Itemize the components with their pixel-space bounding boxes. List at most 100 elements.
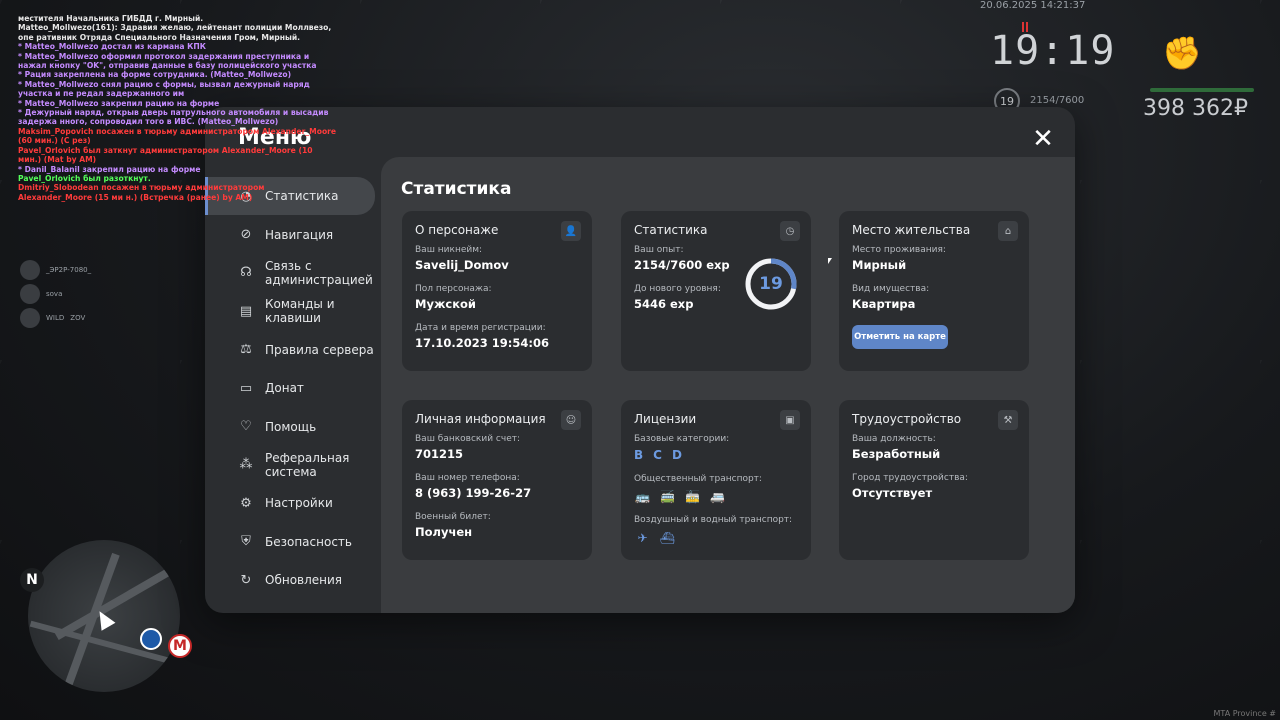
position-label: Ваша должность:: [852, 434, 936, 444]
sidebar-item-label: Донат: [265, 381, 304, 396]
exp-label: Ваш опыт:: [634, 245, 684, 255]
minimap[interactable]: [28, 540, 180, 692]
player-tag: ZOV: [70, 314, 86, 322]
chat-line: * Matteo_Mollwezo закрепил рацию на форм…: [18, 98, 220, 108]
nick-value: Savelij_Domov: [415, 258, 509, 272]
public-transport-label: Общественный транспорт:: [634, 474, 762, 484]
id-card-icon: ▣: [780, 410, 800, 430]
watermark: MTA Province #: [1213, 709, 1276, 718]
sidebar-item-navigation[interactable]: ⊘ Навигация: [205, 215, 381, 253]
close-icon: ✕: [1032, 124, 1054, 154]
chat-line: * Matteo_Mollwezo снял рацию с формы, вы…: [18, 79, 310, 99]
player-name: _ЭР2Р-7080_: [46, 266, 92, 274]
card-title: Статистика: [634, 223, 708, 237]
card-employment: Трудоустройство ⚒ Ваша должность: Безраб…: [839, 400, 1029, 560]
air-water-label: Воздушный и водный транспорт:: [634, 515, 793, 525]
chat-line: * Matteo_Mollwezo достал из кармана КПК: [18, 42, 206, 52]
sidebar-item-label: Команды и клавиши: [265, 297, 335, 326]
city-value: Отсутствует: [852, 486, 933, 500]
player-name: WILD: [46, 314, 65, 322]
card-licenses: Лицензии ▣ Базовые категории: B C D Обще…: [621, 400, 811, 560]
sidebar-item-label: Настройки: [265, 496, 333, 511]
chat-log: местителя Начальника ГИБДД г. Мирный. Ma…: [18, 14, 338, 202]
close-button[interactable]: ✕: [1031, 124, 1055, 154]
mouse-cursor: [828, 258, 832, 264]
public-transport-icons: 🚌 🚎 🚋 🚐: [634, 488, 798, 505]
sidebar-item-label: Связь с администрацией: [265, 258, 373, 287]
reg-label: Дата и время регистрации:: [415, 323, 546, 333]
menu-sidebar: ◔ Статистика ⊘ Навигация ☊ Связь с админ…: [205, 177, 381, 599]
sidebar-item-updates[interactable]: ↻ Обновления: [205, 561, 381, 599]
gear-icon: ⚙: [240, 495, 252, 511]
refresh-icon: ↻: [240, 572, 252, 588]
level-ring: 19: [743, 256, 799, 312]
hud-health-bar: [1150, 88, 1254, 92]
chat-line: * Matteo_Mollwezo оформил протокол задер…: [18, 51, 317, 71]
sidebar-item-security[interactable]: ⛨ Безопасность: [205, 523, 381, 561]
headset-icon: ☊: [240, 265, 252, 281]
hud-clock: 19:19: [990, 28, 1116, 74]
place-label: Место проживания:: [852, 245, 946, 255]
scales-icon: ⚖: [240, 342, 252, 358]
compass-icon: ⊘: [240, 227, 252, 243]
wallet-icon: ▭: [239, 380, 253, 396]
sidebar-item-admin-contact[interactable]: ☊ Связь с администрацией: [205, 254, 381, 292]
bank-value: 701215: [415, 447, 464, 461]
player-entry: WILD ZOV: [20, 306, 91, 330]
sidebar-item-help[interactable]: ♡ Помощь: [205, 407, 381, 445]
chat-line: * Дежурный наряд, открыв дверь патрульно…: [18, 108, 329, 127]
bus-icon: 🚌: [635, 489, 650, 504]
shield-icon: ⛨: [241, 534, 251, 550]
air-water-icons: ✈ ⛴: [634, 529, 798, 546]
hud-exp: 2154/7600: [1030, 95, 1085, 106]
card-personal: Личная информация ☺ Ваш банковский счет:…: [402, 400, 592, 560]
gender-value: Мужской: [415, 297, 476, 311]
trolleybus-icon: 🚎: [660, 489, 675, 504]
avatar: [20, 284, 40, 304]
sidebar-item-label: Навигация: [265, 227, 334, 242]
fist-icon: ✊: [1162, 34, 1202, 72]
sidebar-item-label: Обновления: [265, 573, 343, 588]
sidebar-item-settings[interactable]: ⚙ Настройки: [205, 484, 381, 522]
metro-icon: М: [168, 634, 192, 658]
chat-line: Matteo_Mollwezo(161): Здравия желаю, лей…: [18, 23, 332, 42]
home-icon: ⌂: [998, 221, 1018, 241]
player-name: sova: [46, 290, 63, 298]
heart-hand-icon: ♡: [240, 419, 252, 435]
sidebar-item-label: Безопасность: [265, 534, 352, 549]
card-stats: Статистика ◷ Ваш опыт: 2154/7600 exp До …: [621, 211, 811, 371]
card-title: Личная информация: [415, 412, 546, 426]
sidebar-item-label: Реферальная система: [265, 450, 350, 479]
property-value: Квартира: [852, 297, 916, 311]
chat-line: Dmitriy_Slobodean посажен в тюрьму админ…: [18, 183, 265, 202]
place-value: Мирный: [852, 258, 907, 272]
sidebar-item-referral[interactable]: ⁂ Реферальная система: [205, 446, 381, 484]
card-title: Трудоустройство: [852, 412, 962, 426]
chat-line: Pavel_Orlovich был заткнут администратор…: [18, 145, 313, 165]
phone-value: 8 (963) 199-26-27: [415, 486, 532, 500]
level-number: 19: [759, 274, 783, 294]
chat-line: * Danil_Balanil закрепил рацию на форме: [18, 164, 201, 174]
avatar: [20, 260, 40, 280]
tools-icon: ⚒: [998, 410, 1018, 430]
tram-icon: 🚋: [685, 489, 700, 504]
sidebar-item-commands[interactable]: ▤ Команды и клавиши: [205, 292, 381, 330]
mark-on-map-button[interactable]: Отметить на карте: [852, 325, 948, 349]
military-label: Военный билет:: [415, 512, 491, 522]
bank-label: Ваш банковский счет:: [415, 434, 521, 444]
sidebar-item-rules[interactable]: ⚖ Правила сервера: [205, 331, 381, 369]
card-residence: Место жительства ⌂ Место проживания: Мир…: [839, 211, 1029, 371]
card-title: Лицензии: [634, 412, 697, 426]
page-title: Статистика: [401, 179, 512, 199]
hud-datetime: 20.06.2025 14:21:37: [980, 0, 1086, 11]
license-categories: B C D: [634, 448, 798, 462]
boat-icon: ⛴: [659, 530, 676, 545]
chat-line: Maksim_Popovich посажен в тюрьму админис…: [18, 126, 337, 146]
network-icon: ⁂: [239, 457, 253, 473]
license-category: C: [653, 448, 662, 462]
minibus-icon: 🚐: [710, 489, 725, 504]
player-entry: sova: [20, 282, 91, 306]
chat-line: Pavel_Orlovich был разоткнут.: [18, 173, 151, 183]
chat-line: * Рация закреплена на форме сотрудника. …: [18, 70, 292, 80]
sidebar-item-donate[interactable]: ▭ Донат: [205, 369, 381, 407]
